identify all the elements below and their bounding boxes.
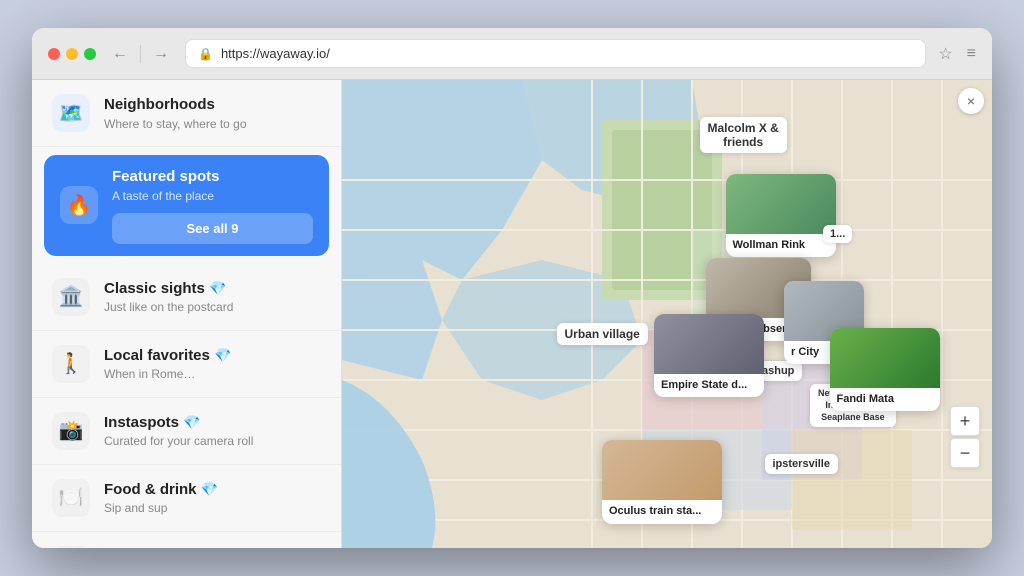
featured-spots-text: Featured spots A taste of the place See … bbox=[112, 167, 313, 244]
zoom-in-button[interactable]: + bbox=[950, 406, 980, 436]
close-window-button[interactable] bbox=[48, 48, 60, 60]
browser-chrome: ← → 🔒 https://wayaway.io/ ☆ ≡ bbox=[32, 28, 992, 80]
map-card-empire-state[interactable]: Empire State d... bbox=[654, 314, 764, 397]
instaspots-icon: 📸 bbox=[52, 412, 90, 450]
maximize-window-button[interactable] bbox=[84, 48, 96, 60]
local-favorites-title: Local favorites 💎 bbox=[104, 346, 321, 366]
classic-sights-text: Classic sights 💎 Just like on the postca… bbox=[104, 279, 321, 315]
map-card-oculus-train[interactable]: Oculus train sta... bbox=[602, 440, 722, 523]
nav-buttons: ← → bbox=[108, 43, 173, 65]
traffic-lights bbox=[48, 48, 96, 60]
map-close-button[interactable]: × bbox=[958, 88, 984, 114]
sidebar-item-hotels[interactable]: 🏨 Hotels bbox=[32, 532, 341, 549]
featured-spots-title: Featured spots bbox=[112, 167, 313, 187]
instaspots-title: Instaspots 💎 bbox=[104, 413, 321, 433]
food-drink-diamond: 💎 bbox=[201, 481, 218, 497]
food-drink-icon: 🍽️ bbox=[52, 479, 90, 517]
sidebar-item-classic-sights[interactable]: 🏛️ Classic sights 💎 Just like on the pos… bbox=[32, 264, 341, 331]
main-content: 🗺️ Neighborhoods Where to stay, where to… bbox=[32, 80, 992, 548]
sidebar-item-food-drink[interactable]: 🍽️ Food & drink 💎 Sip and sup bbox=[32, 465, 341, 532]
food-drink-title: Food & drink 💎 bbox=[104, 480, 321, 500]
oculus-train-label: Oculus train sta... bbox=[602, 500, 722, 523]
classic-sights-diamond: 💎 bbox=[209, 280, 226, 296]
sidebar-item-local-favorites[interactable]: 🚶 Local favorites 💎 When in Rome… bbox=[32, 331, 341, 398]
instaspots-diamond: 💎 bbox=[183, 414, 200, 430]
classic-sights-subtitle: Just like on the postcard bbox=[104, 300, 321, 314]
food-drink-subtitle: Sip and sup bbox=[104, 501, 321, 515]
oculus-train-image bbox=[602, 440, 722, 500]
neighborhoods-text: Neighborhoods Where to stay, where to go bbox=[104, 95, 321, 131]
featured-spots-icon: 🔥 bbox=[60, 186, 98, 224]
browser-window: ← → 🔒 https://wayaway.io/ ☆ ≡ 🗺️ Neighbo… bbox=[32, 28, 992, 548]
map-label-urban-village: Urban village bbox=[557, 323, 648, 345]
map-card-fandi-mata[interactable]: Fandi Mata bbox=[830, 328, 940, 411]
local-favorites-diamond: 💎 bbox=[214, 347, 231, 363]
bookmark-icon[interactable]: ☆ bbox=[938, 44, 952, 64]
wollman-rink-label: Wollman Rink bbox=[726, 234, 836, 257]
see-all-button[interactable]: See all 9 bbox=[112, 213, 313, 244]
zoom-controls: + − bbox=[950, 406, 980, 468]
classic-sights-icon: 🏛️ bbox=[52, 278, 90, 316]
minimize-window-button[interactable] bbox=[66, 48, 78, 60]
instaspots-subtitle: Curated for your camera roll bbox=[104, 434, 321, 448]
hotels-icon: 🏨 bbox=[52, 546, 90, 549]
map-label-malcolm: Malcolm X &friends bbox=[700, 117, 787, 153]
sidebar-item-neighborhoods[interactable]: 🗺️ Neighborhoods Where to stay, where to… bbox=[32, 80, 341, 147]
zoom-out-button[interactable]: − bbox=[950, 438, 980, 468]
local-favorites-subtitle: When in Rome… bbox=[104, 367, 321, 381]
lock-icon: 🔒 bbox=[198, 47, 213, 61]
map-area[interactable]: × Malcolm X &friends Urban village al ma… bbox=[342, 80, 992, 548]
sidebar: 🗺️ Neighborhoods Where to stay, where to… bbox=[32, 80, 342, 548]
sidebar-item-instaspots[interactable]: 📸 Instaspots 💎 Curated for your camera r… bbox=[32, 398, 341, 465]
browser-actions: ☆ ≡ bbox=[938, 44, 976, 64]
neighborhoods-icon: 🗺️ bbox=[52, 94, 90, 132]
address-bar[interactable]: 🔒 https://wayaway.io/ bbox=[185, 39, 926, 68]
map-card-wollman-rink[interactable]: Wollman Rink bbox=[726, 174, 836, 257]
classic-sights-title: Classic sights 💎 bbox=[104, 279, 321, 299]
empire-state-label: Empire State d... bbox=[654, 374, 764, 397]
sidebar-item-featured-spots[interactable]: 🔥 Featured spots A taste of the place Se… bbox=[44, 155, 329, 256]
featured-spots-subtitle: A taste of the place bbox=[112, 189, 313, 203]
fandi-mata-label: Fandi Mata bbox=[830, 388, 940, 411]
fandi-mata-image bbox=[830, 328, 940, 388]
neighborhoods-title: Neighborhoods bbox=[104, 95, 321, 115]
food-drink-text: Food & drink 💎 Sip and sup bbox=[104, 480, 321, 516]
wollman-rink-image bbox=[726, 174, 836, 234]
back-button[interactable]: ← bbox=[108, 43, 132, 65]
menu-icon[interactable]: ≡ bbox=[967, 45, 976, 63]
url-text: https://wayaway.io/ bbox=[221, 46, 330, 61]
map-label-ipstersville: ipstersville bbox=[765, 454, 838, 474]
local-favorites-icon: 🚶 bbox=[52, 345, 90, 383]
nav-divider bbox=[140, 45, 141, 63]
empire-state-image bbox=[654, 314, 764, 374]
instaspots-text: Instaspots 💎 Curated for your camera rol… bbox=[104, 413, 321, 449]
neighborhoods-subtitle: Where to stay, where to go bbox=[104, 117, 321, 131]
map-number-badge-1: 1... bbox=[823, 225, 852, 243]
local-favorites-text: Local favorites 💎 When in Rome… bbox=[104, 346, 321, 382]
forward-button[interactable]: → bbox=[149, 43, 173, 65]
